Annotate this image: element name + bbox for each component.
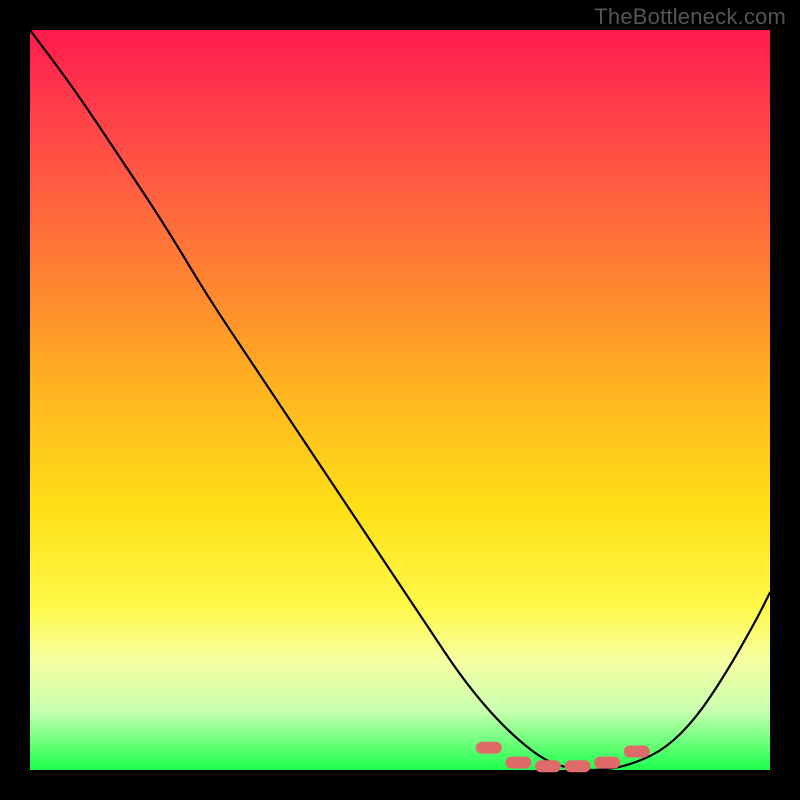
trough-marker bbox=[505, 757, 531, 769]
curve-svg bbox=[30, 30, 770, 770]
trough-marker bbox=[476, 742, 502, 754]
trough-marker bbox=[535, 760, 561, 772]
trough-marker bbox=[565, 760, 591, 772]
trough-marker bbox=[624, 746, 650, 758]
bottleneck-curve bbox=[30, 30, 770, 770]
plot-area bbox=[30, 30, 770, 770]
trough-marker bbox=[594, 757, 620, 769]
watermark-text: TheBottleneck.com bbox=[594, 4, 786, 30]
trough-markers bbox=[476, 742, 650, 773]
chart-frame: TheBottleneck.com bbox=[0, 0, 800, 800]
